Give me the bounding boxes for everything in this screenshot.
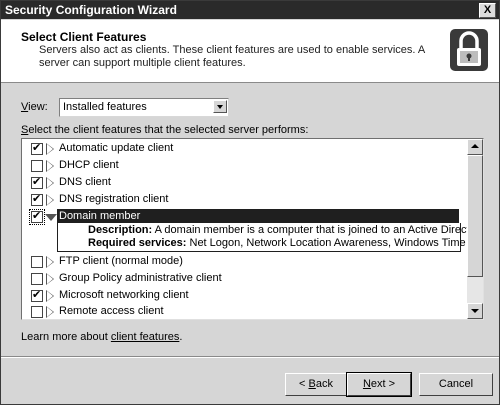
list-item[interactable]: DHCP client [22, 158, 466, 174]
next-button[interactable]: Next > [346, 372, 412, 397]
chevron-down-icon[interactable] [213, 100, 227, 113]
view-dropdown-value: Installed features [63, 101, 147, 113]
feature-label: DHCP client [59, 159, 119, 171]
list-item[interactable]: DNS client [22, 175, 466, 191]
feature-label: Domain member [57, 209, 459, 223]
lock-icon [450, 29, 488, 71]
feature-checkbox[interactable] [31, 192, 43, 206]
window-title: Security Configuration Wizard [5, 3, 177, 17]
feature-label: DNS client [59, 176, 111, 188]
vertical-scrollbar[interactable] [467, 139, 483, 319]
cancel-button[interactable]: Cancel [419, 373, 493, 396]
feature-checkbox[interactable] [31, 160, 43, 172]
required-services-line: Required services: Net Logon, Network Lo… [88, 237, 466, 249]
scroll-up-icon[interactable] [467, 139, 483, 155]
page-title: Select Client Features [21, 30, 147, 44]
list-item[interactable]: FTP client (normal mode) [22, 254, 466, 270]
feature-detail-panel: Description: A domain member is a comput… [57, 223, 483, 252]
feature-label: FTP client (normal mode) [59, 255, 183, 267]
feature-label: Microsoft networking client [59, 289, 189, 301]
feature-checkbox[interactable] [31, 306, 43, 318]
view-label: View: [21, 101, 48, 113]
title-bar: Security Configuration Wizard X [1, 1, 499, 19]
feature-label: Remote access client [59, 305, 164, 317]
feature-label: DNS registration client [59, 193, 169, 205]
feature-checkbox[interactable] [31, 288, 43, 302]
description-line: Description: A domain member is a comput… [88, 224, 484, 236]
feature-checkbox[interactable] [31, 256, 43, 268]
feature-checkbox[interactable] [31, 141, 43, 155]
list-item[interactable]: Group Policy administrative client [22, 271, 466, 287]
learn-more-text: Learn more about client features. [21, 331, 183, 343]
feature-checkbox[interactable] [29, 209, 45, 225]
wizard-window: Security Configuration Wizard X Select C… [0, 0, 500, 405]
back-button[interactable]: < Back [285, 373, 347, 396]
wizard-header: Select Client Features Servers also act … [1, 20, 499, 83]
feature-label: Group Policy administrative client [59, 272, 222, 284]
feature-label: Automatic update client [59, 142, 174, 154]
list-item[interactable]: DNS registration client [22, 192, 466, 208]
collapse-arrow-icon[interactable] [45, 214, 57, 221]
list-item[interactable]: Microsoft networking client [22, 288, 466, 304]
feature-checkbox[interactable] [31, 175, 43, 189]
view-dropdown[interactable]: Installed features [59, 98, 229, 117]
scroll-down-icon[interactable] [467, 303, 483, 319]
close-button[interactable]: X [479, 3, 496, 18]
client-features-link[interactable]: client features [111, 331, 179, 343]
list-item[interactable]: Remote access client [22, 304, 466, 319]
feature-checkbox[interactable] [31, 273, 43, 285]
list-item[interactable]: Automatic update client [22, 141, 466, 157]
scroll-thumb[interactable] [467, 155, 483, 277]
instruction-text: Select the client features that the sele… [21, 124, 309, 136]
feature-list[interactable]: Automatic update client DHCP client DNS … [21, 138, 484, 320]
page-description: Servers also act as clients. These clien… [39, 44, 425, 69]
